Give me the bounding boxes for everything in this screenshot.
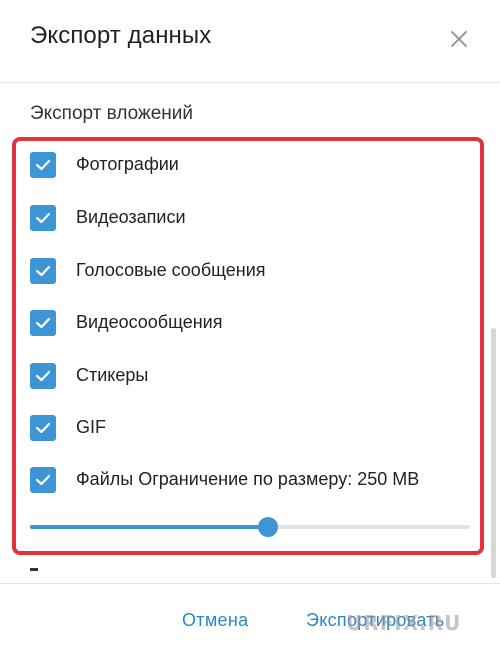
option-label: Стикеры xyxy=(76,365,149,385)
checkbox[interactable] xyxy=(30,415,56,441)
dialog-title: Экспорт данных xyxy=(30,22,212,49)
option-files[interactable]: Файлы Ограничение по размеру: 250 MB xyxy=(30,467,480,493)
checkbox[interactable] xyxy=(30,258,56,284)
option-gif[interactable]: GIF xyxy=(30,415,480,441)
section-title: Экспорт вложений xyxy=(30,103,193,124)
check-icon xyxy=(35,212,51,224)
check-icon xyxy=(35,370,51,382)
checkbox[interactable] xyxy=(30,363,56,389)
check-icon xyxy=(35,265,51,277)
checkbox[interactable] xyxy=(30,467,56,493)
option-label: Видеозаписи xyxy=(76,207,186,227)
option-label: Голосовые сообщения xyxy=(76,260,266,280)
option-label: GIF xyxy=(76,417,106,437)
check-icon xyxy=(35,159,51,171)
scrollbar[interactable] xyxy=(491,328,496,578)
check-icon xyxy=(35,422,51,434)
next-section-peek xyxy=(30,568,38,571)
checkbox[interactable] xyxy=(30,310,56,336)
cancel-button[interactable]: Отмена xyxy=(182,610,248,631)
checkbox[interactable] xyxy=(30,152,56,178)
check-icon xyxy=(35,317,51,329)
check-icon xyxy=(35,474,51,486)
checkbox[interactable] xyxy=(30,205,56,231)
option-video-messages[interactable]: Видеосообщения xyxy=(30,310,480,336)
option-photos[interactable]: Фотографии xyxy=(30,152,480,178)
option-voice-messages[interactable]: Голосовые сообщения xyxy=(30,258,480,284)
option-videos[interactable]: Видеозаписи xyxy=(30,205,480,231)
export-data-dialog: Экспорт данных Экспорт вложений Фотограф… xyxy=(0,0,500,657)
option-label: Файлы Ограничение по размеру: 250 MB xyxy=(76,469,420,489)
option-label: Видеосообщения xyxy=(76,312,223,332)
file-size-slider[interactable] xyxy=(30,517,470,537)
dialog-header: Экспорт данных xyxy=(0,0,500,83)
option-label: Фотографии xyxy=(76,154,179,174)
slider-fill xyxy=(30,525,268,529)
slider-thumb[interactable] xyxy=(258,517,278,537)
option-stickers[interactable]: Стикеры xyxy=(30,363,480,389)
watermark: URFIX.RU xyxy=(346,611,462,635)
close-icon[interactable] xyxy=(446,26,472,52)
